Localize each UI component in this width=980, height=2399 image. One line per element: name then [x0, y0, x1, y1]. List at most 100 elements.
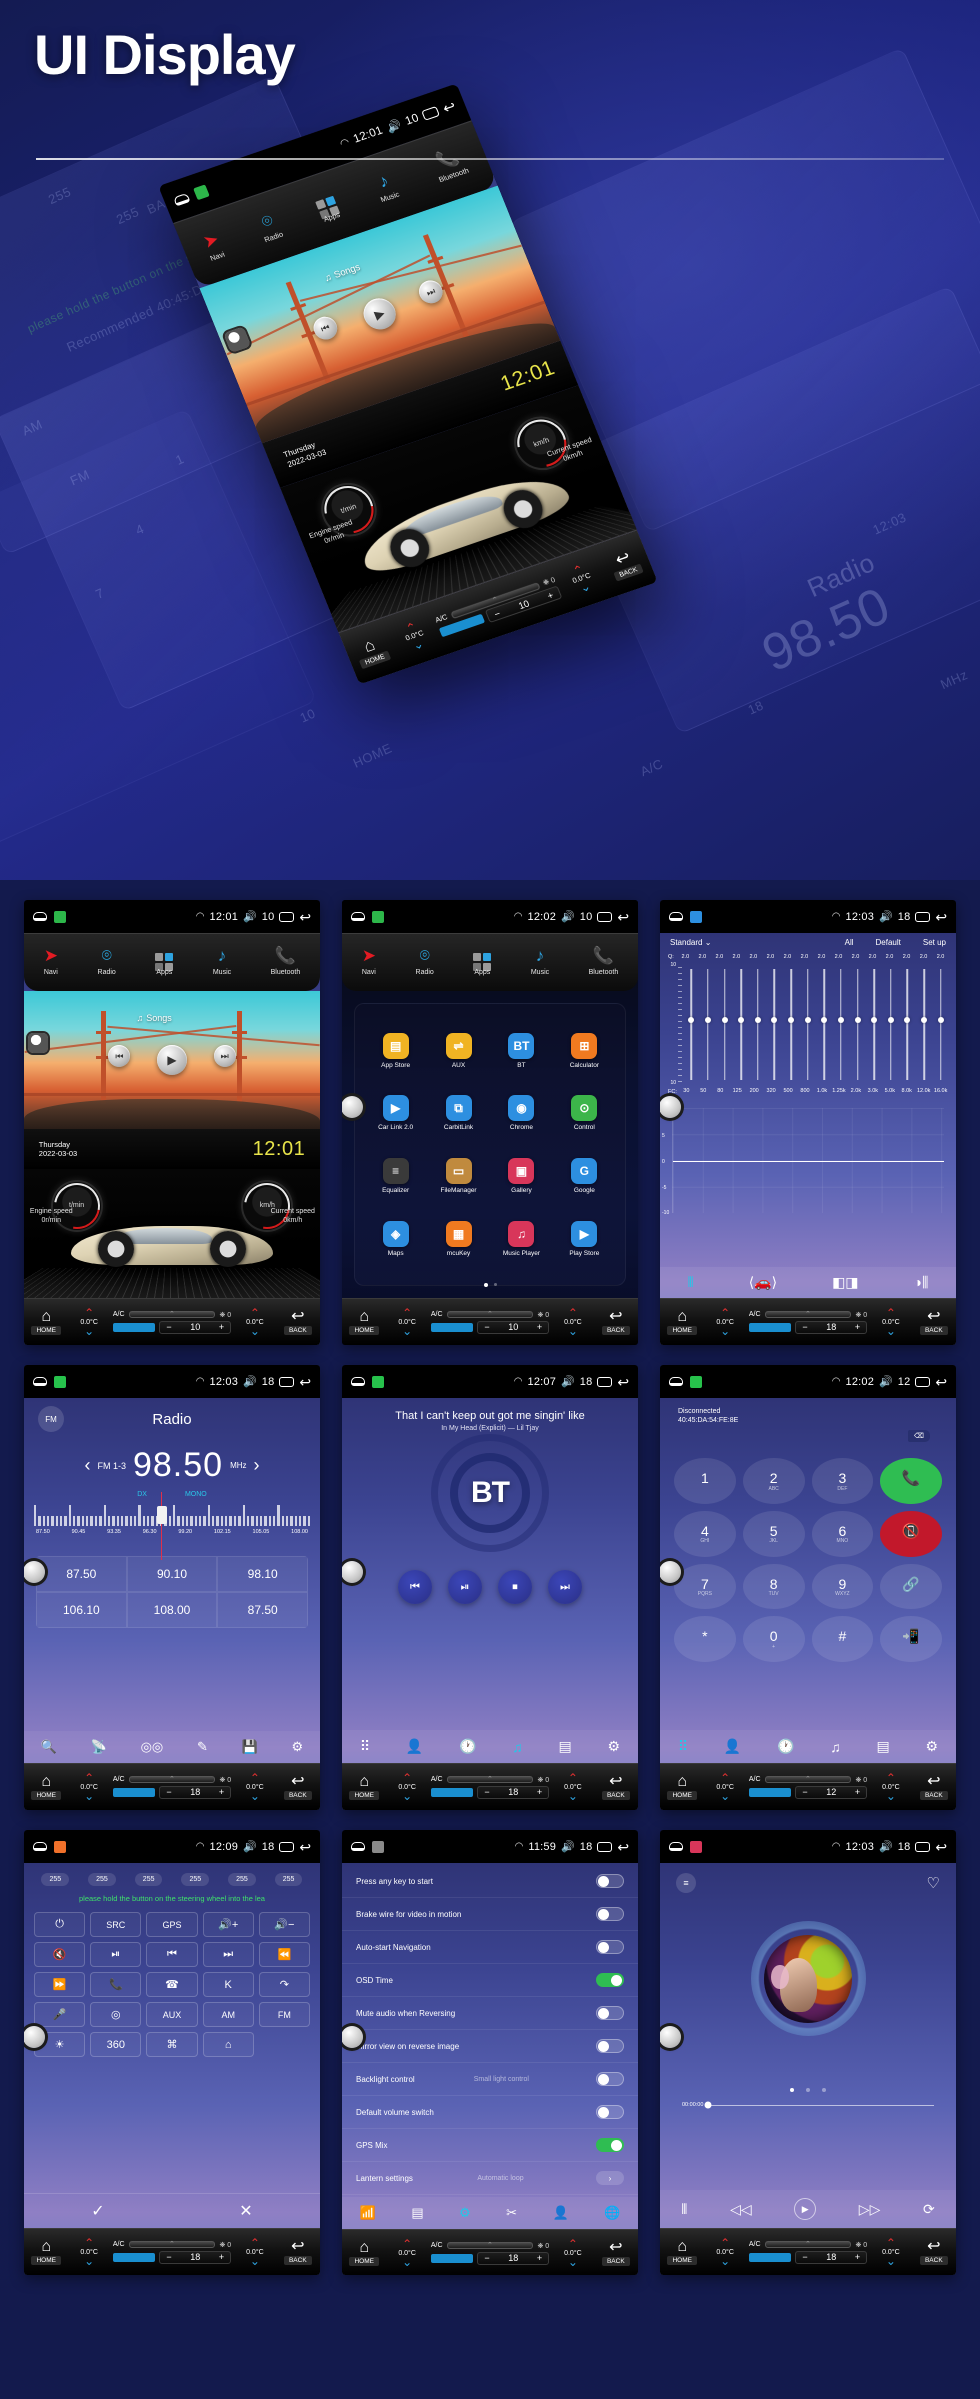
play-pause-button[interactable]: ⏯ — [448, 1570, 482, 1605]
settings-row[interactable]: Mute audio when Reversing — [342, 1997, 638, 2031]
history-tab[interactable]: 🕐 — [777, 1738, 794, 1755]
steering-function-button[interactable]: ⏪ — [258, 1942, 310, 1968]
recents-icon[interactable] — [350, 1842, 365, 1852]
app-shortcut-icon[interactable] — [53, 1840, 66, 1853]
ac-level-bar[interactable] — [748, 2252, 792, 2262]
eq-band-slider[interactable] — [900, 964, 915, 1084]
recents-icon[interactable] — [32, 912, 47, 922]
app-tile[interactable]: ◉ Chrome — [492, 1085, 550, 1143]
left-temp-control[interactable]: ⌃ 0.0°C ⌄ — [68, 2229, 109, 2275]
app-shortcut-icon[interactable] — [689, 910, 702, 923]
app-shortcut-icon[interactable] — [371, 1840, 384, 1853]
back-button[interactable]: ↩ BACK — [594, 1764, 638, 1810]
contacts-tab[interactable]: 👤 — [724, 1738, 741, 1755]
call-button[interactable]: 📞 — [880, 1458, 942, 1505]
edit-icon[interactable]: ✎ — [197, 1739, 208, 1755]
app-tile[interactable]: ▤ App Store — [367, 1022, 425, 1080]
quick-item-music[interactable]: ♪ Music — [531, 947, 549, 977]
preset-button[interactable]: 87.50 — [36, 1556, 127, 1593]
recents-icon[interactable] — [350, 912, 365, 922]
overview-icon[interactable] — [597, 1841, 613, 1852]
left-temp-control[interactable]: ⌃ 0.0°C ⌄ — [704, 1764, 745, 1810]
chevron-up-icon[interactable]: ⌃ — [720, 1307, 730, 1320]
dial-key-5[interactable]: 5 JKL — [742, 1511, 805, 1557]
app-tile[interactable]: ⇌ AUX — [430, 1022, 488, 1080]
quick-item-navi[interactable]: ➤ Navi — [44, 947, 58, 977]
records-tab[interactable]: ▤ — [877, 1738, 890, 1755]
home-button[interactable]: ⌂ HOME — [342, 1299, 386, 1345]
back-button[interactable]: ↩ BACK — [276, 1764, 320, 1810]
right-temp-control[interactable]: ⌃ 0.0°C ⌄ — [234, 1764, 275, 1810]
chevron-down-icon[interactable]: ⌄ — [886, 1324, 896, 1337]
equalizer-icon[interactable]: ⦀ — [681, 2201, 687, 2218]
vent-slider[interactable] — [446, 2242, 534, 2250]
home-button[interactable]: ⌂ HOME — [342, 2230, 386, 2275]
chevron-down-icon[interactable]: ⌄ — [720, 1789, 730, 1802]
rotary-knob[interactable] — [660, 2025, 681, 2048]
chevron-down-icon[interactable]: ⌄ — [568, 1324, 578, 1337]
tools-tab[interactable]: ✂ — [506, 2205, 517, 2221]
overview-icon[interactable] — [279, 911, 295, 922]
chevron-up-icon[interactable]: ⌃ — [720, 2237, 730, 2250]
app-tile[interactable]: ▦ mcuKey — [430, 1210, 488, 1268]
app-shortcut-icon[interactable] — [689, 1375, 702, 1388]
rotary-knob[interactable] — [342, 1095, 363, 1118]
ac-level-bar[interactable] — [112, 1322, 156, 1332]
band-chip[interactable]: FM — [38, 1406, 64, 1433]
overview-icon[interactable] — [597, 911, 613, 922]
volume-stepper[interactable]: −10 + — [477, 1320, 550, 1334]
wifi-tab[interactable]: 📶 — [360, 2205, 376, 2221]
rotary-knob[interactable] — [660, 1095, 681, 1118]
rotary-knob[interactable] — [660, 1560, 681, 1583]
settings-icon[interactable]: ⚙ — [291, 1739, 303, 1755]
chevron-down-icon[interactable]: ⌄ — [568, 1789, 578, 1802]
recents-icon[interactable] — [350, 1377, 365, 1387]
steering-function-button[interactable]: K — [202, 1972, 254, 1998]
chevron-down-icon[interactable]: ⌄ — [720, 1324, 730, 1337]
forward-icon[interactable]: ▷▷ — [859, 2201, 881, 2218]
vent-slider[interactable] — [764, 1311, 852, 1319]
back-button[interactable]: ↩ BACK — [594, 2230, 638, 2275]
app-shortcut-icon[interactable] — [371, 1375, 384, 1388]
chevron-down-icon[interactable]: ⌄ — [250, 1789, 260, 1802]
channel-chip[interactable]: 255 — [88, 1873, 116, 1887]
quick-item-bluetooth[interactable]: 📞 Bluetooth — [589, 947, 619, 977]
toggle-switch[interactable] — [595, 1940, 624, 1955]
chevron-up-icon[interactable]: ⌃ — [402, 1307, 412, 1320]
chevron-right-icon[interactable]: › — [596, 2171, 624, 2186]
volume-stepper[interactable]: −18 + — [477, 2251, 550, 2265]
contacts-tab[interactable]: 👤 — [406, 1738, 423, 1755]
chevron-up-icon[interactable]: ⌃ — [84, 1307, 94, 1320]
music-tab[interactable]: ♫ — [830, 1739, 841, 1755]
back-button[interactable]: ↩ BACK — [912, 2229, 956, 2275]
steering-function-button[interactable]: 360 — [90, 2032, 142, 2058]
quick-item-apps[interactable]: Apps — [473, 947, 492, 977]
panel-music-player[interactable]: ◠ 12:03 🔊 18 ↩ ≡ ♡ 00:00:00 ⦀ ◁◁ ▶ ▷▷ ⟳ — [660, 1830, 956, 2275]
cancel-button[interactable]: ✕ — [172, 2194, 320, 2228]
eq-band-slider[interactable] — [800, 964, 815, 1084]
steering-function-button[interactable]: ⏩ — [34, 1972, 86, 1998]
stop-button[interactable]: ⏹ — [498, 1570, 532, 1605]
ac-level-bar[interactable] — [430, 1787, 474, 1797]
rotary-knob[interactable] — [24, 2025, 45, 2048]
panel-settings[interactable]: ◠ 11:59 🔊 18 ↩ Press any key to start Brake w… — [342, 1830, 638, 2275]
steering-function-button[interactable]: 🔊+ — [202, 1912, 254, 1938]
toggle-switch[interactable] — [595, 2072, 624, 2087]
prev-station-button[interactable]: ‹ — [84, 1455, 90, 1476]
settings-row[interactable]: Default volume switch — [342, 2096, 638, 2130]
recents-icon[interactable] — [668, 912, 683, 922]
left-temp-control[interactable]: ⌃ 0.0°C ⌄ — [386, 1764, 427, 1810]
overview-icon[interactable] — [421, 106, 441, 121]
steering-function-button[interactable]: AM — [202, 2002, 254, 2028]
next-station-button[interactable]: › — [254, 1455, 260, 1476]
steering-function-button[interactable]: ⏭ — [202, 1942, 254, 1968]
channel-chip[interactable]: 255 — [41, 1873, 70, 1887]
equalizer-tab[interactable]: ⦀ — [688, 1274, 694, 1291]
quick-item-bluetooth[interactable]: 📞 Bluetooth — [429, 146, 470, 185]
confirm-button[interactable]: ✓ — [24, 2194, 172, 2228]
ac-level-bar[interactable] — [430, 1322, 474, 1332]
steering-function-button[interactable]: ⌂ — [202, 2032, 254, 2058]
back-icon[interactable]: ↩ — [617, 910, 629, 924]
mono-button[interactable]: MONO — [185, 1491, 207, 1498]
app-tile[interactable]: ▶ Car Link 2.0 — [367, 1085, 425, 1143]
